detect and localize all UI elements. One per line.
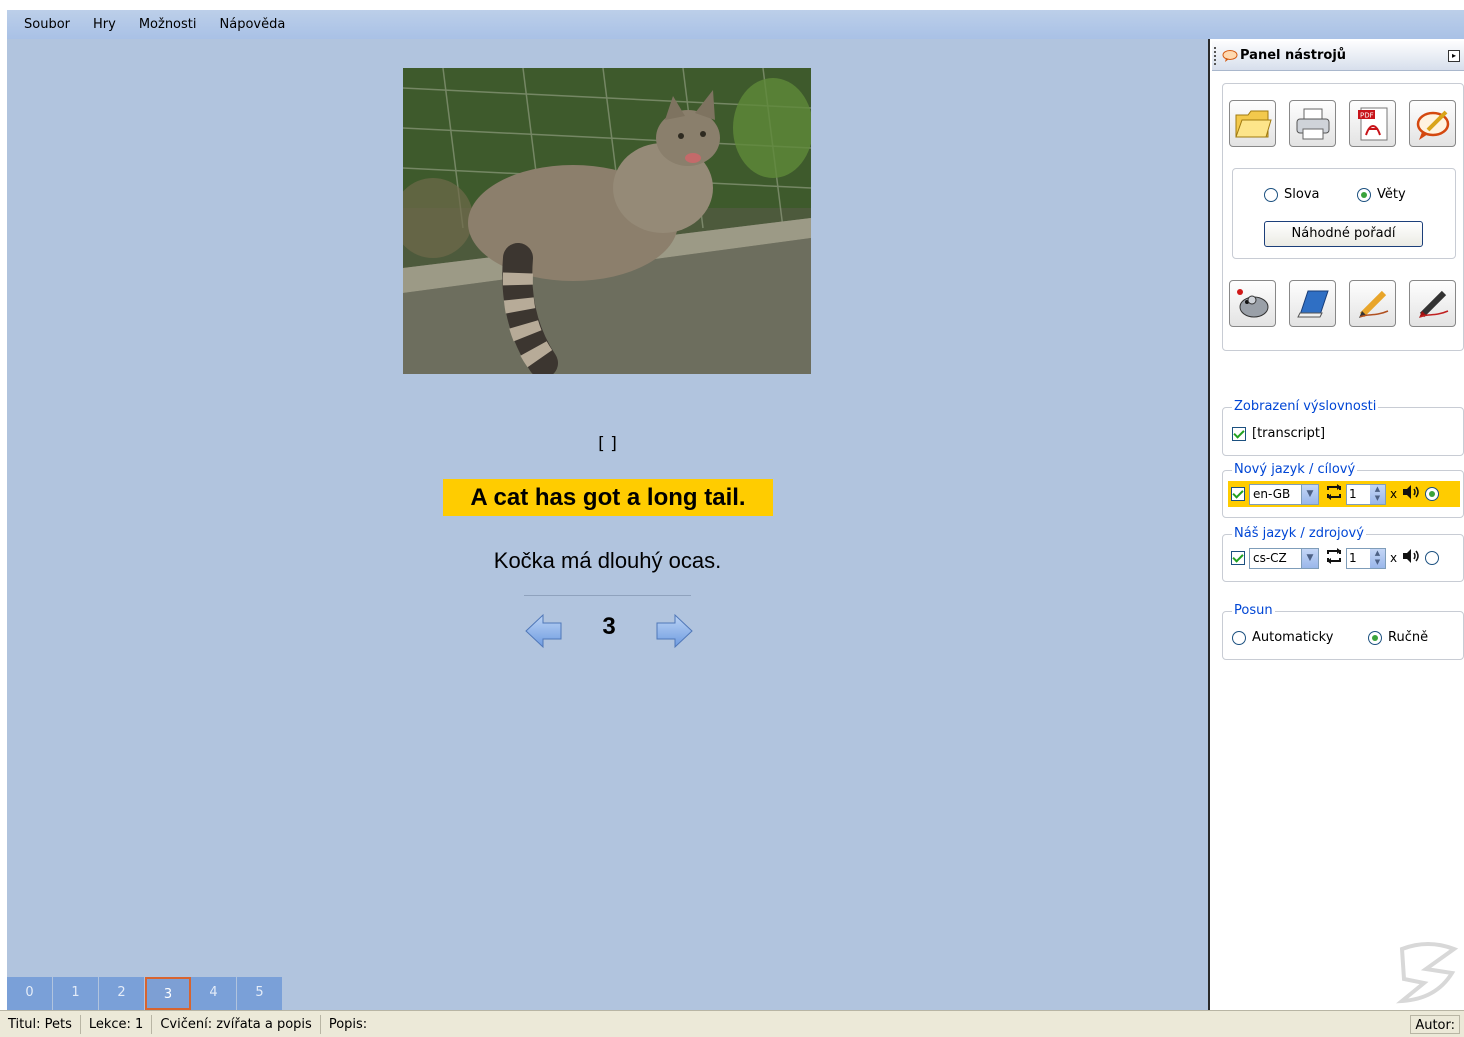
lesson-tab-0[interactable]: 0 [7, 977, 53, 1010]
advance-group: Posun Automaticky Ručně [1222, 603, 1464, 660]
status-description: Popis: [328, 1016, 368, 1032]
radio-words[interactable]: Slova [1264, 187, 1319, 202]
status-author: Autor: [1410, 1015, 1460, 1034]
source-repeat-count[interactable]: 1 ▲ ▼ [1346, 547, 1386, 569]
pronunciation-label: [transcript] [1252, 426, 1326, 441]
drag-grip-icon[interactable] [1214, 46, 1220, 65]
target-repeat-value: 1 [1349, 487, 1357, 501]
radio-automatic-label: Automaticky [1252, 630, 1334, 645]
target-language-code: en-GB [1253, 487, 1291, 501]
target-language-select[interactable]: en-GB ▼ [1249, 483, 1319, 505]
menu-napoveda[interactable]: Nápověda [220, 17, 286, 32]
pronunciation-group: Zobrazení výslovnosti [transcript] [1222, 399, 1464, 456]
radio-manual[interactable]: Ručně [1368, 630, 1428, 645]
lesson-tab-5[interactable]: 5 [237, 977, 283, 1010]
status-lesson: Lekce: 1 [81, 1014, 153, 1034]
status-exercise: Cvičení: zvířata a popis [152, 1014, 321, 1034]
card-navigation: 3 [524, 611, 694, 651]
chevron-down-icon[interactable]: ▼ [1301, 548, 1318, 568]
speech-bubble-icon [1222, 49, 1238, 62]
target-language-checkbox[interactable] [1231, 487, 1245, 501]
target-repeat-count[interactable]: 1 ▲ ▼ [1346, 483, 1386, 505]
radio-manual-indicator[interactable] [1368, 630, 1382, 645]
watermark-logo-icon [1395, 939, 1460, 1013]
pencil-write-icon[interactable] [1349, 280, 1396, 327]
spin-arrows-icon[interactable]: ▲ ▼ [1370, 484, 1385, 504]
comment-edit-icon[interactable] [1409, 100, 1456, 147]
times-label: x [1390, 487, 1398, 501]
mode-group: Slova Věty Náhodné pořadí [1232, 168, 1456, 259]
target-language-active-radio[interactable] [1425, 487, 1440, 501]
times-label: x [1390, 551, 1398, 565]
chevron-down-icon[interactable]: ▼ [1301, 484, 1318, 504]
menu-hry[interactable]: Hry [93, 17, 116, 32]
tool-panel: Panel nástrojů ▸ PDF Slova Věty Náhodné … [1208, 39, 1464, 1010]
source-language-group: Náš jazyk / zdrojový cs-CZ ▼ 1 ▲ ▼ x [1222, 526, 1464, 582]
target-language-group: Nový jazyk / cílový en-GB ▼ 1 ▲ ▼ x [1222, 462, 1464, 518]
source-language-row: cs-CZ ▼ 1 ▲ ▼ x [1228, 545, 1460, 571]
repeat-icon [1324, 548, 1344, 568]
lesson-tabs: 0 1 2 3 4 5 [7, 977, 283, 1010]
book-test-icon[interactable] [1289, 280, 1336, 327]
page-number: 3 [602, 613, 616, 640]
transcript-text: [ ] [598, 434, 617, 454]
pdf-export-icon[interactable]: PDF [1349, 100, 1396, 147]
divider [524, 595, 691, 596]
printer-icon[interactable] [1289, 100, 1336, 147]
speaker-icon[interactable] [1401, 548, 1421, 568]
menu-bar: Soubor Hry Možnosti Nápověda [7, 10, 1464, 39]
source-language-legend: Náš jazyk / zdrojový [1232, 526, 1366, 541]
status-title: Titul: Pets [0, 1014, 81, 1034]
radio-sentences-indicator[interactable] [1357, 187, 1371, 202]
lesson-tab-1[interactable]: 1 [53, 977, 99, 1010]
lesson-tab-3[interactable]: 3 [145, 977, 191, 1010]
lesson-tab-4[interactable]: 4 [191, 977, 237, 1010]
menu-soubor[interactable]: Soubor [24, 17, 70, 32]
source-sentence: Kočka má dlouhý ocas. [493, 548, 722, 573]
repeat-icon [1324, 484, 1344, 504]
speaker-icon[interactable] [1401, 484, 1421, 504]
radio-words-label: Slova [1284, 187, 1320, 202]
mouse-game-icon[interactable] [1229, 280, 1276, 327]
actions-group: PDF Slova Věty Náhodné pořadí [1222, 83, 1464, 351]
pronunciation-checkbox[interactable] [1232, 426, 1246, 441]
spin-arrows-icon[interactable]: ▲ ▼ [1370, 548, 1385, 568]
radio-words-indicator[interactable] [1264, 187, 1278, 202]
open-folder-icon[interactable] [1229, 100, 1276, 147]
next-arrow-icon[interactable] [654, 613, 694, 649]
tool-panel-header: Panel nástrojů ▸ [1212, 41, 1464, 71]
menu-moznosti[interactable]: Možnosti [139, 17, 197, 32]
source-repeat-value: 1 [1349, 551, 1357, 565]
pronunciation-legend: Zobrazení výslovnosti [1232, 399, 1379, 414]
target-language-legend: Nový jazyk / cílový [1232, 462, 1358, 477]
radio-automatic[interactable]: Automaticky [1232, 630, 1333, 645]
panel-toggle-icon[interactable]: ▸ [1448, 50, 1460, 62]
target-sentence: A cat has got a long tail. [443, 479, 773, 516]
radio-sentences[interactable]: Věty [1357, 187, 1406, 202]
source-language-select[interactable]: cs-CZ ▼ [1249, 547, 1319, 569]
panel-title: Panel nástrojů [1240, 48, 1347, 63]
svg-text:PDF: PDF [1360, 111, 1374, 119]
radio-automatic-indicator[interactable] [1232, 630, 1246, 645]
radio-manual-label: Ručně [1388, 630, 1429, 645]
status-bar: Titul: Pets Lekce: 1 Cvičení: zvířata a … [0, 1010, 1464, 1037]
advance-legend: Posun [1232, 603, 1275, 618]
random-order-button[interactable]: Náhodné pořadí [1264, 221, 1423, 247]
pronunciation-option[interactable]: [transcript] [1232, 426, 1325, 441]
source-language-active-radio[interactable] [1425, 551, 1440, 565]
cat-photo [403, 68, 811, 374]
flashcard-area: [ ] A cat has got a long tail. Kočka má … [7, 39, 1208, 1010]
radio-sentences-label: Věty [1377, 187, 1406, 202]
source-language-code: cs-CZ [1253, 551, 1287, 565]
source-language-checkbox[interactable] [1231, 551, 1245, 565]
pen-write-icon[interactable] [1409, 280, 1456, 327]
target-language-row: en-GB ▼ 1 ▲ ▼ x [1228, 481, 1460, 507]
previous-arrow-icon[interactable] [524, 613, 564, 649]
lesson-tab-2[interactable]: 2 [99, 977, 145, 1010]
